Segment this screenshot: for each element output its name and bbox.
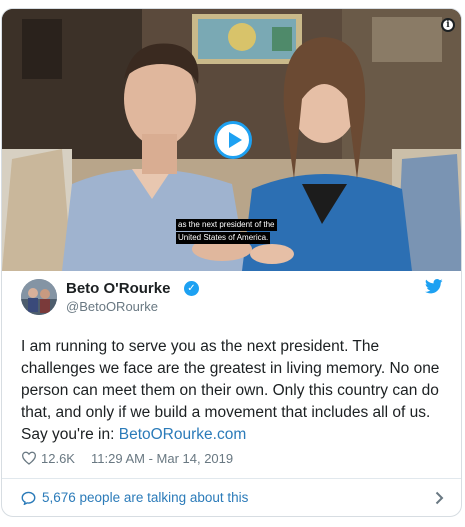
caption-line-1: as the next president of the [176,219,277,231]
caption-line-2: United States of America. [176,232,271,244]
heart-icon[interactable] [21,451,37,465]
tweet-text: I am running to serve you as the next pr… [21,336,441,446]
author-handle[interactable]: @BetoORourke [66,299,158,314]
speech-bubble-icon [21,491,36,505]
tweet-link[interactable]: BetoORourke.com [119,426,247,443]
info-icon[interactable]: i [441,18,455,32]
conversation-link[interactable]: 5,676 people are talking about this [21,488,446,508]
twitter-bird-icon[interactable] [425,279,443,294]
timestamp[interactable]: 11:29 AM - Mar 14, 2019 [91,451,233,466]
video-player[interactable]: i as the next president of the United St… [2,9,461,271]
verified-badge-icon: ✓ [184,281,199,296]
chevron-right-icon[interactable] [435,491,444,505]
video-caption: as the next president of the United Stat… [176,219,294,245]
author-name[interactable]: Beto O'Rourke [66,280,170,297]
like-count[interactable]: 12.6K [41,451,75,466]
play-icon[interactable] [214,121,252,159]
divider [2,478,461,479]
author-block[interactable]: Beto O'Rourke ✓ @BetoORourke [21,279,443,319]
avatar[interactable] [21,279,57,315]
tweet-card: i as the next president of the United St… [1,8,462,517]
conversation-label[interactable]: 5,676 people are talking about this [42,490,248,505]
